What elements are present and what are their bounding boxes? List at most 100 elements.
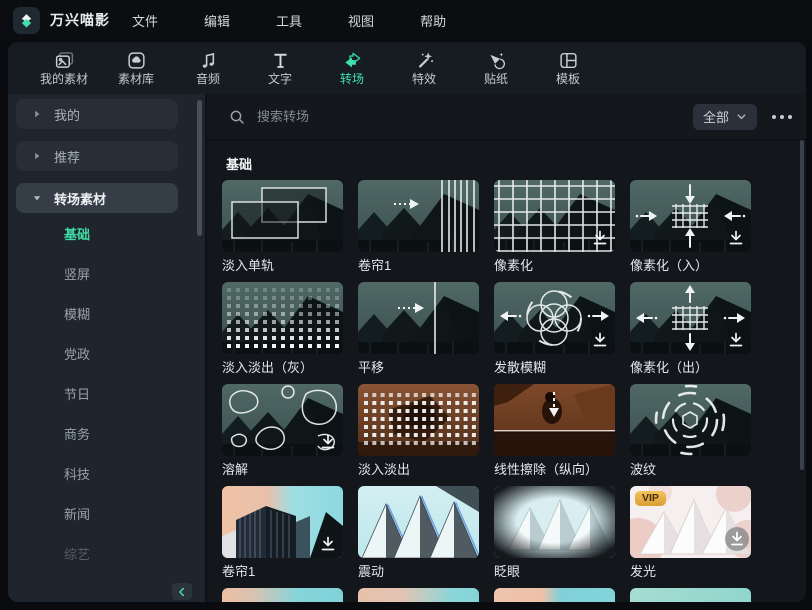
transition-item[interactable]: 像素化（入） bbox=[630, 180, 751, 274]
download-icon[interactable] bbox=[725, 227, 747, 249]
transition-item-partial[interactable] bbox=[494, 588, 615, 602]
tab-transition[interactable]: 转场 bbox=[316, 42, 388, 94]
sidebar-item-news[interactable]: 新闻 bbox=[64, 501, 90, 529]
menu-item-view[interactable]: 视图 bbox=[348, 11, 374, 30]
tab-templates[interactable]: 模板 bbox=[532, 42, 604, 94]
menu-item-tools[interactable]: 工具 bbox=[276, 11, 302, 30]
transition-thumbnail bbox=[222, 180, 343, 252]
sidebar-group-label: 我的 bbox=[54, 107, 81, 123]
download-icon[interactable] bbox=[589, 227, 611, 249]
transition-label: 平移 bbox=[358, 360, 385, 375]
chevron-down-icon bbox=[736, 111, 747, 122]
transition-label: 溶解 bbox=[222, 462, 249, 477]
transition-thumbnail bbox=[494, 486, 615, 558]
thumbnail-image bbox=[358, 180, 479, 252]
thumbnail-image bbox=[222, 282, 343, 354]
sticker-icon bbox=[486, 50, 507, 71]
menu-item-file[interactable]: 文件 bbox=[132, 11, 158, 30]
download-icon[interactable] bbox=[317, 431, 339, 453]
audio-icon bbox=[198, 50, 219, 71]
transition-thumbnail bbox=[630, 588, 751, 602]
thumbnail-image bbox=[222, 180, 343, 252]
content-area: 全部 基础 淡入单轨卷帘1像素化像素化（入）淡入淡出（灰）平移发散模糊像素化（出… bbox=[207, 94, 806, 602]
chevron-left-icon bbox=[176, 586, 188, 598]
sidebar-item-business[interactable]: 商务 bbox=[64, 421, 90, 449]
sidebar-item-party-gov[interactable]: 党政 bbox=[64, 341, 90, 369]
transition-item[interactable]: 像素化（出） bbox=[630, 282, 751, 376]
transition-item[interactable]: 像素化 bbox=[494, 180, 615, 274]
effects-icon bbox=[414, 50, 435, 71]
transition-label: 发光 bbox=[630, 564, 657, 579]
tab-stickers[interactable]: 贴纸 bbox=[460, 42, 532, 94]
transition-item[interactable]: 波纹 bbox=[630, 384, 751, 478]
transition-label: 线性擦除（纵向） bbox=[494, 462, 599, 477]
main-panel: 我的素材 素材库 音频文字 转场 特效 贴纸 模板 我的推荐转场素材基础竖屏模糊党政节日商务… bbox=[8, 42, 806, 602]
content-scrollbar[interactable] bbox=[800, 140, 804, 470]
transition-item[interactable]: NaN,17 50,71" fill="none" stroke="#e0523… bbox=[358, 486, 479, 580]
sidebar-scrollbar[interactable] bbox=[197, 100, 202, 236]
sidebar: 我的推荐转场素材基础竖屏模糊党政节日商务科技新闻综艺 bbox=[8, 94, 205, 602]
transition-item[interactable]: 淡入淡出 bbox=[358, 384, 479, 478]
download-icon[interactable] bbox=[317, 533, 339, 555]
transition-item[interactable]: 淡入淡出（灰） bbox=[222, 282, 343, 376]
transition-thumbnail bbox=[222, 486, 343, 558]
tab-label: 文字 bbox=[267, 72, 292, 86]
filter-dropdown[interactable]: 全部 bbox=[692, 103, 757, 130]
transition-item[interactable]: VIP 发光 bbox=[630, 486, 751, 580]
sidebar-item-festival[interactable]: 节日 bbox=[64, 381, 90, 409]
transition-thumbnail bbox=[494, 282, 615, 354]
transition-thumbnail bbox=[494, 588, 615, 602]
tab-my-media[interactable]: 我的素材 bbox=[28, 42, 100, 94]
transition-item-partial[interactable] bbox=[358, 588, 479, 602]
sidebar-item-vertical[interactable]: 竖屏 bbox=[64, 261, 90, 289]
transition-item[interactable]: 眨眼 bbox=[494, 486, 615, 580]
transition-label: 像素化（出） bbox=[630, 360, 709, 375]
transition-item[interactable]: 平移 bbox=[358, 282, 479, 376]
menu-item-edit[interactable]: 编辑 bbox=[204, 11, 230, 30]
sidebar-item-blur[interactable]: 模糊 bbox=[64, 301, 90, 329]
transition-icon bbox=[342, 50, 363, 71]
download-icon[interactable] bbox=[589, 329, 611, 351]
sidebar-item-variety[interactable]: 综艺 bbox=[64, 541, 90, 569]
transition-thumbnail bbox=[494, 384, 615, 456]
transition-item[interactable]: 溶解 bbox=[222, 384, 343, 478]
menu-item-help[interactable]: 帮助 bbox=[420, 11, 446, 30]
sidebar-group-my[interactable]: 我的 bbox=[16, 99, 178, 129]
transition-item-partial[interactable] bbox=[630, 588, 751, 602]
thumbnail-image bbox=[630, 384, 751, 456]
sidebar-group-recommended[interactable]: 推荐 bbox=[16, 141, 178, 171]
transitions-grid: 淡入单轨 卷帘1 像素化 像素化（入） 淡入淡出（灰） 平移 发散模糊 像素化（出） 溶解 淡入淡… bbox=[222, 180, 751, 602]
search-bar: 全部 bbox=[207, 94, 806, 140]
tab-text[interactable]: 文字 bbox=[244, 42, 316, 94]
transition-label: 发散模糊 bbox=[494, 360, 547, 375]
chevron-right-icon bbox=[32, 109, 42, 119]
sidebar-group-transition-assets[interactable]: 转场素材 bbox=[16, 183, 178, 213]
sidebar-item-tech[interactable]: 科技 bbox=[64, 461, 90, 489]
thumbnail-image: NaN,17 50,71" fill="none" stroke="#e0523… bbox=[358, 486, 479, 558]
download-icon[interactable] bbox=[725, 329, 747, 351]
tab-effects[interactable]: 特效 bbox=[388, 42, 460, 94]
sidebar-collapse-button[interactable] bbox=[172, 583, 192, 600]
transition-item[interactable]: 卷帘1 bbox=[358, 180, 479, 274]
transition-thumbnail bbox=[630, 180, 751, 252]
filter-selected-value: 全部 bbox=[702, 110, 729, 125]
sidebar-item-basic[interactable]: 基础 bbox=[64, 221, 90, 249]
tab-audio[interactable]: 音频 bbox=[172, 42, 244, 94]
transition-item-partial[interactable] bbox=[222, 588, 343, 602]
transition-item[interactable]: 淡入单轨 bbox=[222, 180, 343, 274]
tab-library[interactable]: 素材库 bbox=[100, 42, 172, 94]
chevron-down-icon bbox=[32, 193, 42, 203]
search-input[interactable] bbox=[255, 108, 559, 125]
more-options-button[interactable] bbox=[770, 111, 794, 123]
download-icon[interactable] bbox=[724, 526, 750, 552]
transition-label: 淡入淡出（灰） bbox=[222, 360, 314, 375]
transition-thumbnail bbox=[222, 588, 343, 602]
vip-badge: VIP bbox=[635, 491, 666, 506]
text-icon bbox=[270, 50, 291, 71]
transition-thumbnail: NaN,17 50,71" fill="none" stroke="#e0523… bbox=[358, 486, 479, 558]
transition-thumbnail bbox=[358, 282, 479, 354]
transition-item[interactable]: 线性擦除（纵向） bbox=[494, 384, 615, 478]
transition-item[interactable]: 卷帘1 bbox=[222, 486, 343, 580]
transition-label: 像素化 bbox=[494, 258, 534, 273]
transition-item[interactable]: 发散模糊 bbox=[494, 282, 615, 376]
